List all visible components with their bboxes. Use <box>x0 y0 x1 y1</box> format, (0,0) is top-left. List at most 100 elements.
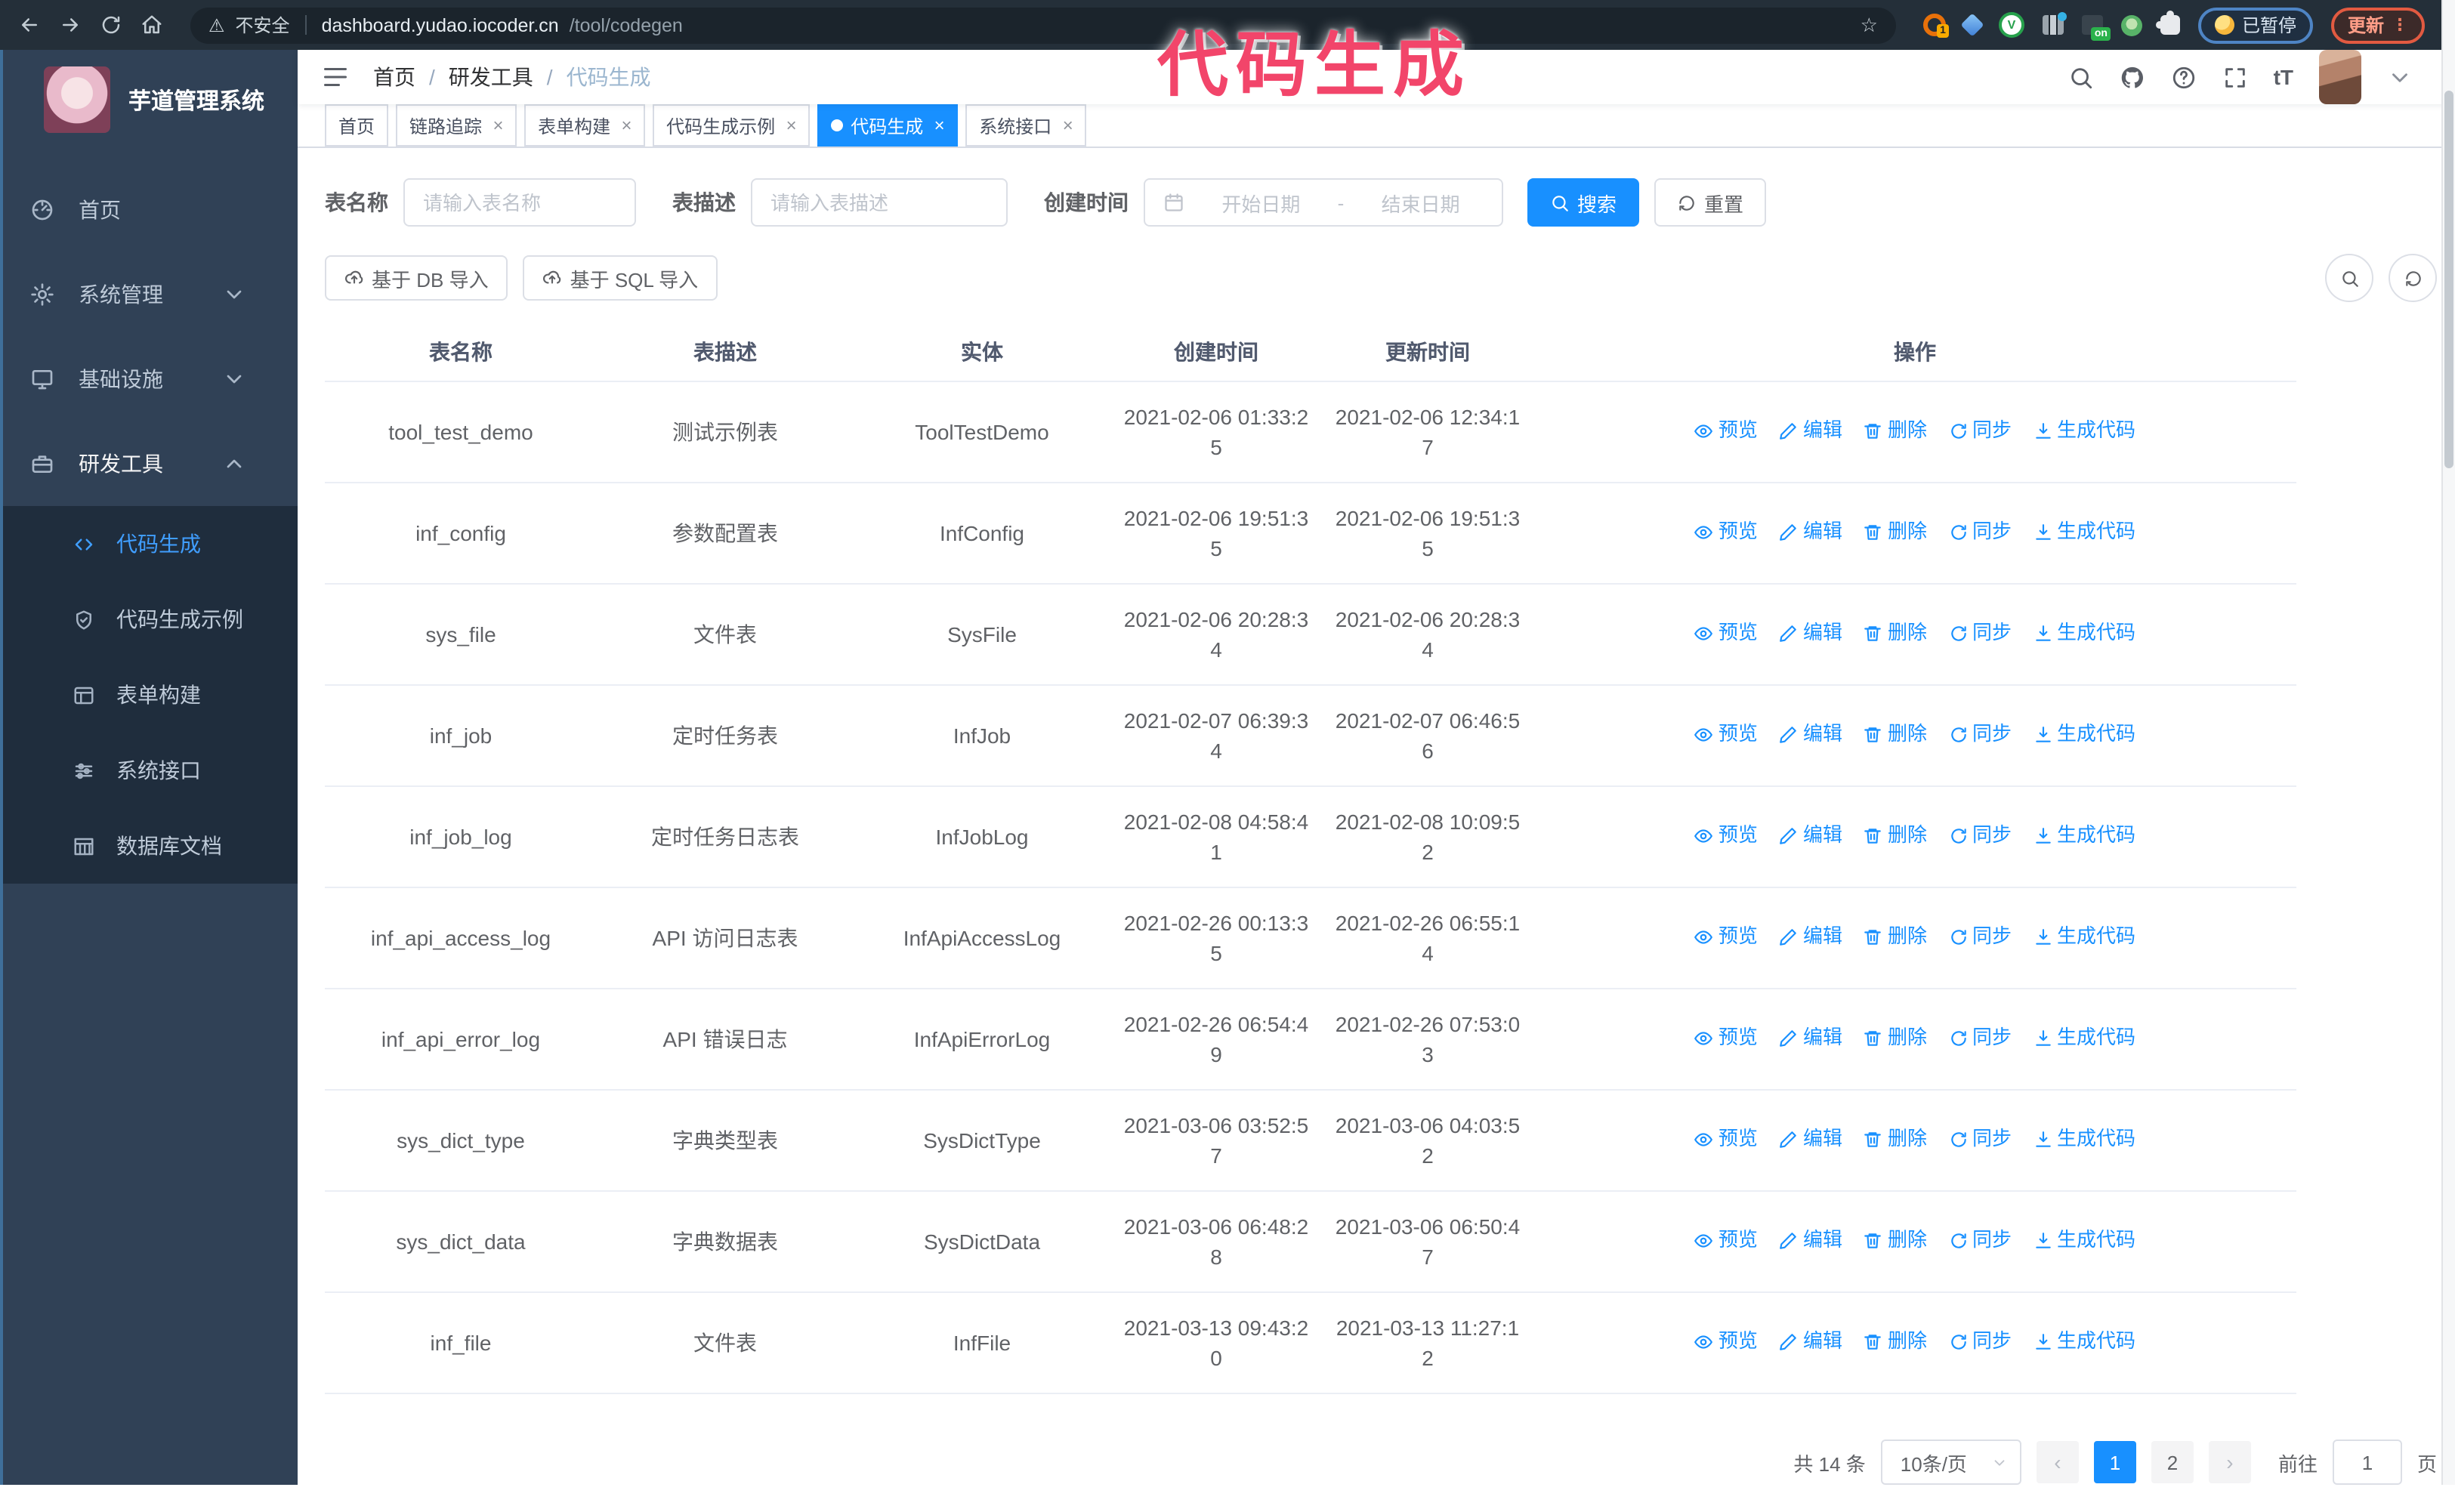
address-bar[interactable]: ⚠ 不安全 dashboard.yudao.iocoder.cn/tool/co… <box>190 7 1896 43</box>
generate-code-link[interactable]: 生成代码 <box>2033 1125 2135 1155</box>
tab-close-icon[interactable]: × <box>934 115 944 136</box>
browser-reload-icon[interactable] <box>100 14 122 36</box>
edit-link[interactable]: 编辑 <box>1779 619 1842 649</box>
sidebar-subitem-数据库文档[interactable]: 数据库文档 <box>0 808 298 884</box>
delete-link[interactable]: 删除 <box>1864 416 1927 446</box>
avatar[interactable] <box>2319 50 2361 104</box>
sync-link[interactable]: 同步 <box>1948 416 2012 446</box>
page-size-select[interactable]: 10条/页 <box>1880 1439 2021 1485</box>
delete-link[interactable]: 删除 <box>1864 619 1927 649</box>
preview-link[interactable]: 预览 <box>1694 416 1758 446</box>
font-size-icon[interactable]: tT <box>2274 65 2293 89</box>
goto-page-input[interactable] <box>2332 1439 2402 1485</box>
edit-link[interactable]: 编辑 <box>1779 416 1842 446</box>
table-name-input[interactable] <box>403 178 636 227</box>
sync-link[interactable]: 同步 <box>1948 821 2012 851</box>
sidebar-item-系统管理[interactable]: 系统管理 <box>0 252 298 337</box>
prev-page-button[interactable]: ‹ <box>2036 1441 2079 1483</box>
generate-code-link[interactable]: 生成代码 <box>2033 1327 2135 1357</box>
tab-首页[interactable]: 首页 <box>325 104 389 147</box>
sync-link[interactable]: 同步 <box>1948 922 2012 952</box>
search-button[interactable]: 搜索 <box>1527 178 1640 227</box>
help-icon[interactable] <box>2171 64 2197 90</box>
browser-forward-icon[interactable] <box>59 14 82 36</box>
tab-链路追踪[interactable]: 链路追踪 × <box>396 104 517 147</box>
hamburger-icon[interactable] <box>322 63 349 91</box>
delete-link[interactable]: 删除 <box>1864 1327 1927 1357</box>
delete-link[interactable]: 删除 <box>1864 720 1927 750</box>
extension-dark-window-icon[interactable]: on <box>2081 15 2111 41</box>
kebab-menu-icon[interactable]: ⋮ <box>2392 15 2408 35</box>
import-sql-button[interactable]: 基于 SQL 导入 <box>523 255 718 301</box>
preview-link[interactable]: 预览 <box>1694 619 1758 649</box>
generate-code-link[interactable]: 生成代码 <box>2033 922 2135 952</box>
reset-button[interactable]: 重置 <box>1654 178 1767 227</box>
sidebar-subitem-系统接口[interactable]: 系统接口 <box>0 733 298 808</box>
preview-link[interactable]: 预览 <box>1694 517 1758 548</box>
fullscreen-icon[interactable] <box>2222 64 2248 90</box>
import-db-button[interactable]: 基于 DB 导入 <box>325 255 508 301</box>
sync-link[interactable]: 同步 <box>1948 517 2012 548</box>
delete-link[interactable]: 删除 <box>1864 922 1927 952</box>
edit-link[interactable]: 编辑 <box>1779 1125 1842 1155</box>
tab-代码生成示例[interactable]: 代码生成示例 × <box>653 104 811 147</box>
sync-link[interactable]: 同步 <box>1948 1226 2012 1256</box>
preview-link[interactable]: 预览 <box>1694 1327 1758 1357</box>
preview-link[interactable]: 预览 <box>1694 720 1758 750</box>
sync-link[interactable]: 同步 <box>1948 1125 2012 1155</box>
sync-link[interactable]: 同步 <box>1948 1023 2012 1054</box>
tab-close-icon[interactable]: × <box>621 115 632 136</box>
date-range-picker[interactable]: 开始日期 - 结束日期 <box>1144 178 1503 227</box>
extension-orange-ring-icon[interactable]: 1 <box>1922 14 1949 38</box>
sidebar-subitem-代码生成[interactable]: 代码生成 <box>0 506 298 582</box>
edit-link[interactable]: 编辑 <box>1779 821 1842 851</box>
preview-link[interactable]: 预览 <box>1694 1023 1758 1054</box>
browser-home-icon[interactable] <box>141 14 163 36</box>
bookmark-star-icon[interactable]: ☆ <box>1861 13 1878 37</box>
edit-link[interactable]: 编辑 <box>1779 517 1842 548</box>
preview-link[interactable]: 预览 <box>1694 1125 1758 1155</box>
preview-link[interactable]: 预览 <box>1694 1226 1758 1256</box>
page-button-1[interactable]: 1 <box>2093 1441 2136 1483</box>
delete-link[interactable]: 删除 <box>1864 1023 1927 1054</box>
sync-link[interactable]: 同步 <box>1948 720 2012 750</box>
paused-badge[interactable]: 已暂停 <box>2197 7 2313 43</box>
generate-code-link[interactable]: 生成代码 <box>2033 821 2135 851</box>
extension-columns-icon[interactable] <box>2042 12 2067 35</box>
generate-code-link[interactable]: 生成代码 <box>2033 619 2135 649</box>
extension-puzzle-icon[interactable] <box>2155 11 2180 35</box>
scrollbar-thumb[interactable] <box>2444 91 2453 468</box>
browser-back-icon[interactable] <box>18 14 41 36</box>
search-icon[interactable] <box>2068 64 2094 90</box>
tab-close-icon[interactable]: × <box>786 115 796 136</box>
tab-系统接口[interactable]: 系统接口 × <box>965 104 1087 147</box>
generate-code-link[interactable]: 生成代码 <box>2033 1226 2135 1256</box>
sidebar-item-基础设施[interactable]: 基础设施 <box>0 337 298 421</box>
breadcrumb-item[interactable]: 研发工具 <box>449 62 533 92</box>
sync-link[interactable]: 同步 <box>1948 619 2012 649</box>
tab-代码生成[interactable]: 代码生成 × <box>817 104 959 147</box>
generate-code-link[interactable]: 生成代码 <box>2033 416 2135 446</box>
next-page-button[interactable]: › <box>2208 1441 2251 1483</box>
edit-link[interactable]: 编辑 <box>1779 1327 1842 1357</box>
delete-link[interactable]: 删除 <box>1864 517 1927 548</box>
refresh-table-button[interactable] <box>2389 254 2437 302</box>
sidebar-item-研发工具[interactable]: 研发工具 <box>0 421 298 506</box>
sidebar-subitem-代码生成示例[interactable]: 代码生成示例 <box>0 582 298 657</box>
page-button-2[interactable]: 2 <box>2151 1441 2194 1483</box>
security-label[interactable]: 不安全 <box>236 12 290 38</box>
chevron-down-icon[interactable] <box>2387 64 2413 90</box>
generate-code-link[interactable]: 生成代码 <box>2033 720 2135 750</box>
extension-blue-gem-icon[interactable] <box>1960 13 1984 37</box>
toggle-search-button[interactable] <box>2325 254 2373 302</box>
delete-link[interactable]: 删除 <box>1864 1226 1927 1256</box>
sidebar-item-首页[interactable]: 首页 <box>0 168 298 252</box>
sync-link[interactable]: 同步 <box>1948 1327 2012 1357</box>
generate-code-link[interactable]: 生成代码 <box>2033 1023 2135 1054</box>
extension-green-monkey-icon[interactable] <box>2120 14 2142 35</box>
page-scrollbar[interactable] <box>2441 0 2455 1485</box>
edit-link[interactable]: 编辑 <box>1779 720 1842 750</box>
tab-close-icon[interactable]: × <box>493 115 503 136</box>
sidebar-subitem-表单构建[interactable]: 表单构建 <box>0 657 298 733</box>
logo[interactable]: 芋道管理系统 <box>0 50 298 150</box>
